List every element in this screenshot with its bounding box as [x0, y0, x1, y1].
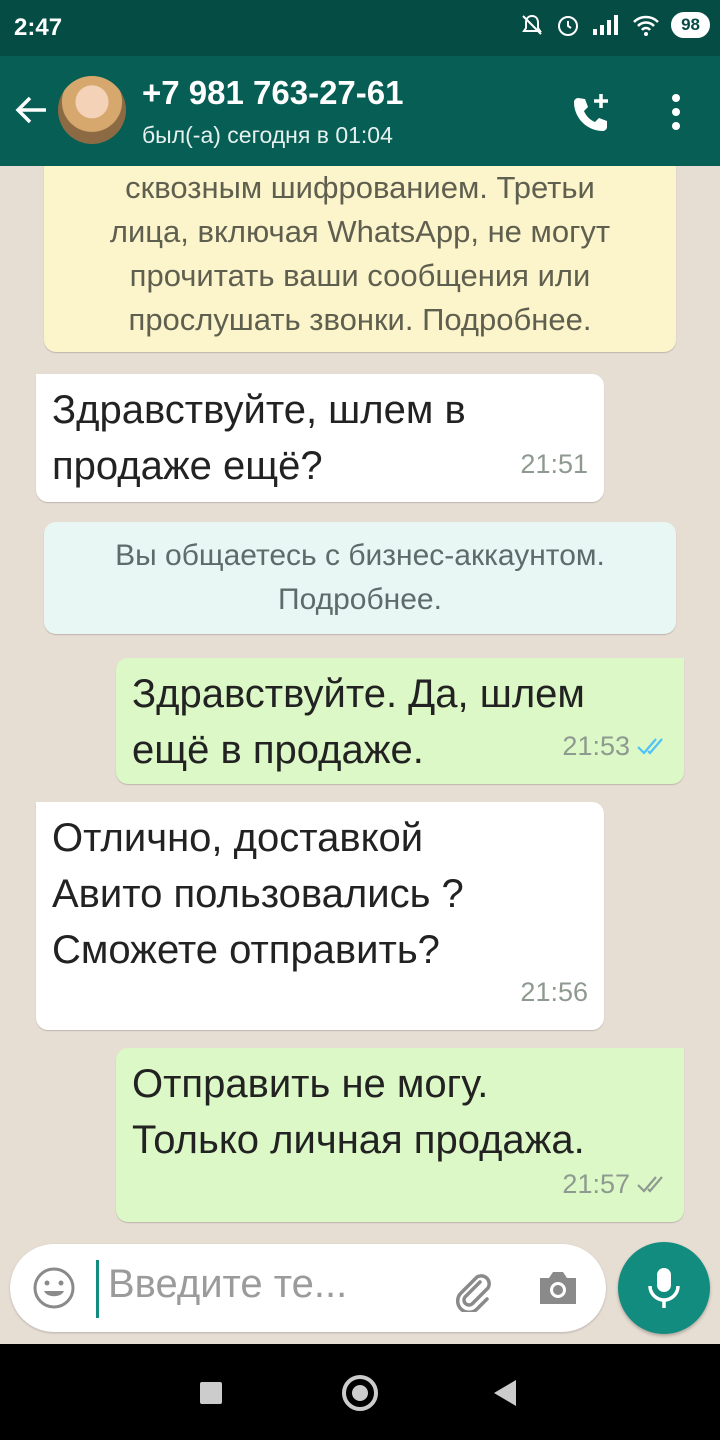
message-time: 21:56 [520, 977, 588, 1007]
text-cursor [96, 1260, 99, 1318]
message-bubble-outgoing[interactable]: Здравствуйте. Да, шлем ещё в продаже. 21… [116, 658, 684, 784]
message-time: 21:57 [562, 1156, 668, 1212]
attach-icon[interactable] [450, 1268, 494, 1312]
message-bubble-outgoing[interactable]: Отправить не могу. Только личная продажа… [116, 1048, 684, 1222]
system-nav-bar [0, 1344, 720, 1440]
status-bar: 2:47 98 [0, 0, 720, 56]
message-bubble-incoming[interactable]: Отлично, доставкой Авито пользовались ? … [36, 802, 604, 1030]
message-time: 21:53 [562, 718, 668, 774]
home-button[interactable] [342, 1375, 378, 1411]
alarm-icon [558, 16, 579, 36]
message-input-bar: Введите те... [10, 1244, 606, 1332]
encryption-notice[interactable]: сквозным шифрованием. Третьи лица, включ… [44, 166, 676, 352]
contact-avatar[interactable] [58, 76, 126, 144]
back-arrow-icon[interactable] [14, 92, 50, 128]
message-input[interactable]: Введите те... [108, 1262, 347, 1307]
message-bubble-incoming[interactable]: Здравствуйте, шлем в продаже ещё? 21:51 [36, 374, 604, 502]
message-time: 21:51 [520, 449, 588, 479]
more-options-icon[interactable] [664, 92, 688, 132]
message-text: Здравствуйте. Да, шлем ещё в продаже. [132, 672, 585, 772]
business-notice-text: Вы общаетесь с бизнес-аккаунтом. Подробн… [115, 539, 605, 616]
contact-name[interactable]: +7 981 763-27-61 [142, 74, 403, 112]
nav-back-button[interactable] [494, 1380, 516, 1406]
battery-indicator: 98 [671, 12, 710, 38]
wifi-icon [633, 15, 659, 36]
business-account-notice[interactable]: Вы общаетесь с бизнес-аккаунтом. Подробн… [44, 522, 676, 634]
status-time: 2:47 [14, 14, 63, 41]
message-text: Отправить не могу. Только личная продажа… [132, 1062, 585, 1162]
emoji-icon[interactable] [32, 1266, 76, 1310]
signal-icon [593, 15, 619, 35]
encryption-notice-text: сквозным шифрованием. Третьи лица, включ… [109, 170, 611, 337]
double-check-delivered-icon [637, 1176, 663, 1193]
last-seen-status: был(-а) сегодня в 01:04 [142, 122, 393, 148]
message-text: Здравствуйте, шлем в продаже ещё? [52, 388, 466, 488]
mute-bell-icon [522, 14, 542, 35]
add-call-icon[interactable] [568, 90, 616, 138]
recents-button[interactable] [200, 1382, 222, 1404]
message-text: Отлично, доставкой Авито пользовались ? … [52, 816, 464, 972]
microphone-icon [648, 1268, 680, 1308]
double-check-read-icon [637, 738, 663, 755]
voice-message-button[interactable] [618, 1242, 710, 1334]
status-icons: 98 [519, 12, 710, 38]
camera-icon[interactable] [536, 1268, 580, 1308]
chat-area[interactable]: сквозным шифрованием. Третьи лица, включ… [0, 166, 720, 1242]
chat-header: +7 981 763-27-61 был(-а) сегодня в 01:04 [0, 56, 720, 166]
